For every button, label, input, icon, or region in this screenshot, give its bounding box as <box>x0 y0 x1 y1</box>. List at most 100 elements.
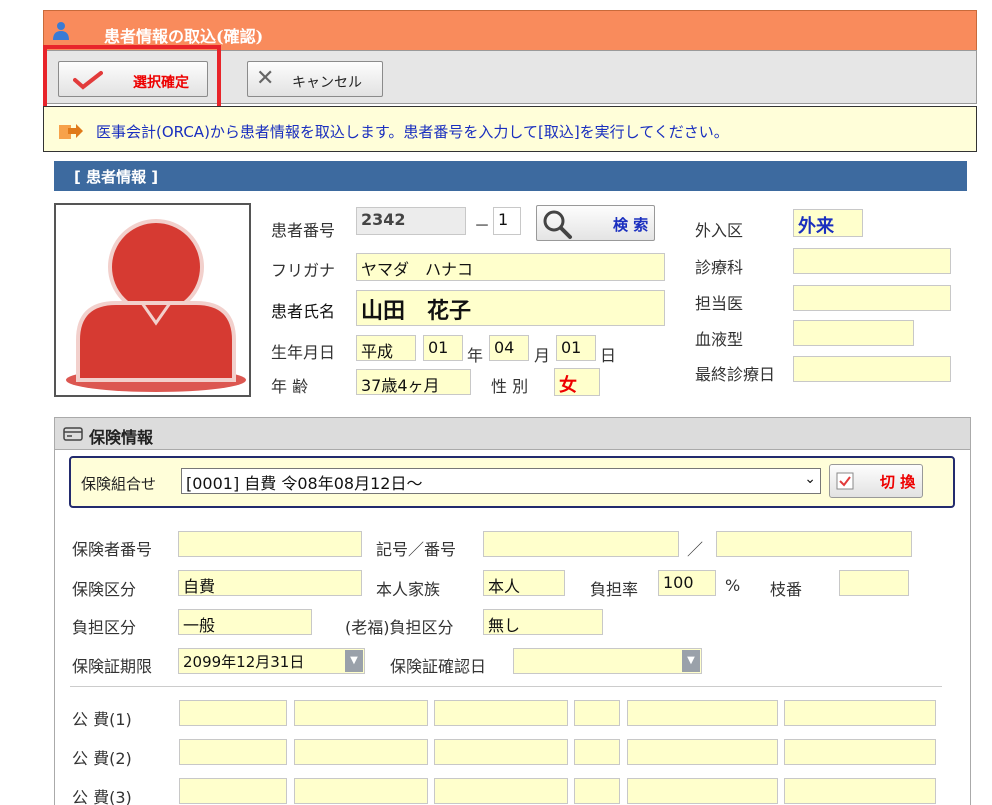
elder-burden-field[interactable]: 無し <box>483 609 603 635</box>
birth-month-field[interactable]: 04 <box>489 335 529 361</box>
number-separator: － <box>474 216 491 235</box>
birth-era-field[interactable]: 平成 <box>356 335 416 361</box>
chevron-down-icon: ▼ <box>682 650 700 672</box>
person-icon <box>53 22 69 40</box>
department-label: 診療科 <box>695 258 744 277</box>
public-1-field-c[interactable] <box>434 700 568 726</box>
switch-label: 切 換 <box>880 473 916 491</box>
public-2-field-f[interactable] <box>784 739 936 765</box>
confirm-selection-button[interactable]: 選択確定 <box>58 61 208 97</box>
blood-type-field[interactable] <box>793 320 914 346</box>
confirm-selection-label: 選択確定 <box>133 75 189 91</box>
card-expiry-select[interactable]: 2099年12月31日 ▼ <box>178 648 365 674</box>
public-1-field-a[interactable] <box>179 700 287 726</box>
furigana-label: フリガナ <box>271 261 336 280</box>
magnifier-icon <box>543 210 572 239</box>
inout-field[interactable]: 外来 <box>793 209 863 237</box>
family-label: 本人家族 <box>376 580 441 599</box>
public-1-field-f[interactable] <box>784 700 936 726</box>
public-1-field-e[interactable] <box>627 700 778 726</box>
window-title: 患者情報の取込(確認) <box>104 27 264 46</box>
insurance-combination-label: 保険組合せ <box>81 475 157 493</box>
age-field: 37歳4ヶ月 <box>356 369 471 395</box>
public-expense-3-label: 公 費(3) <box>72 788 132 805</box>
cancel-label: キャンセル <box>292 75 362 91</box>
card-expiry-label: 保険証期限 <box>72 657 153 676</box>
doctor-field[interactable] <box>793 285 951 311</box>
public-3-field-a[interactable] <box>179 778 287 804</box>
day-unit: 日 <box>600 346 617 365</box>
symbol-slash: ／ <box>687 540 704 559</box>
insurance-header: 保険情報 <box>55 418 970 450</box>
inout-label: 外入区 <box>695 221 744 240</box>
sex-field[interactable]: 女 <box>554 368 600 396</box>
last-visit-label: 最終診療日 <box>695 365 776 384</box>
public-2-field-d[interactable] <box>574 739 620 765</box>
insurance-kind-label: 保険区分 <box>72 580 137 599</box>
import-arrow-icon <box>59 124 83 139</box>
public-expense-2-label: 公 費(2) <box>72 749 132 768</box>
toolbar: 選択確定 ✕ キャンセル <box>43 50 977 104</box>
public-1-field-d[interactable] <box>574 700 620 726</box>
elder-burden-label: (老福)負担区分 <box>345 618 454 637</box>
patient-branch-field[interactable]: 1 <box>493 207 521 235</box>
public-2-field-c[interactable] <box>434 739 568 765</box>
department-field[interactable] <box>793 248 951 274</box>
card-expiry-value: 2099年12月31日 <box>183 653 305 671</box>
checkbox-check-icon <box>836 472 854 490</box>
patient-section-title: [ 患者情報 ] <box>74 168 159 186</box>
info-bar: 医事会計(ORCA)から患者情報を取込します。患者番号を入力して[取込]を実行し… <box>43 106 977 152</box>
burden-class-field[interactable]: 一般 <box>178 609 312 635</box>
search-button[interactable]: 検 索 <box>536 205 655 241</box>
public-2-field-b[interactable] <box>294 739 428 765</box>
patient-name-label: 患者氏名 <box>271 302 336 321</box>
blood-type-label: 血液型 <box>695 330 744 349</box>
symbol-field[interactable] <box>483 531 679 557</box>
card-confirm-date-label: 保険証確認日 <box>390 657 487 676</box>
public-3-field-b[interactable] <box>294 778 428 804</box>
patient-section-header: [ 患者情報 ] <box>54 161 967 191</box>
burden-rate-label: 負担率 <box>590 580 639 599</box>
divider <box>70 686 942 687</box>
close-icon: ✕ <box>256 66 275 91</box>
patient-name-field[interactable]: 山田 花子 <box>356 290 665 326</box>
public-3-field-c[interactable] <box>434 778 568 804</box>
branch-field[interactable] <box>839 570 909 596</box>
public-3-field-f[interactable] <box>784 778 936 804</box>
public-1-field-b[interactable] <box>294 700 428 726</box>
card-icon <box>63 427 83 441</box>
search-label: 検 索 <box>613 216 649 234</box>
chevron-down-icon: ▼ <box>345 650 363 672</box>
last-visit-field[interactable] <box>793 356 951 382</box>
insurance-combination-value: [0001] 自費 令08年08月12日～ <box>186 474 423 493</box>
public-3-field-e[interactable] <box>627 778 778 804</box>
insurance-title: 保険情報 <box>89 428 154 447</box>
chevron-down-icon: ⌄ <box>804 471 816 487</box>
burden-class-label: 負担区分 <box>72 618 137 637</box>
birth-day-field[interactable]: 01 <box>556 335 596 361</box>
cancel-button[interactable]: ✕ キャンセル <box>247 61 383 97</box>
insurance-combination-box: 保険組合せ [0001] 自費 令08年08月12日～ ⌄ 切 換 <box>69 456 955 508</box>
public-2-field-a[interactable] <box>179 739 287 765</box>
insured-number-field[interactable] <box>716 531 912 557</box>
burden-rate-field[interactable]: 100 <box>658 570 716 596</box>
public-expense-1-label: 公 費(1) <box>72 710 132 729</box>
year-unit: 年 <box>467 346 484 365</box>
patient-number-field[interactable]: 2342 <box>356 207 466 235</box>
insurer-number-field[interactable] <box>178 531 362 557</box>
month-unit: 月 <box>534 346 551 365</box>
insurance-kind-field[interactable]: 自費 <box>178 570 362 596</box>
symbol-number-label: 記号／番号 <box>376 540 457 559</box>
insurer-number-label: 保険者番号 <box>72 540 153 559</box>
public-3-field-d[interactable] <box>574 778 620 804</box>
info-message: 医事会計(ORCA)から患者情報を取込します。患者番号を入力して[取込]を実行し… <box>96 123 729 141</box>
switch-button[interactable]: 切 換 <box>829 464 923 498</box>
insurance-combination-select[interactable]: [0001] 自費 令08年08月12日～ ⌄ <box>181 468 821 494</box>
birth-year-field[interactable]: 01 <box>423 335 463 361</box>
card-confirm-date-select[interactable]: ▼ <box>513 648 702 674</box>
family-field[interactable]: 本人 <box>483 570 565 596</box>
furigana-field[interactable]: ヤマダ ハナコ <box>356 253 665 281</box>
sex-label: 性 別 <box>491 377 529 396</box>
public-2-field-e[interactable] <box>627 739 778 765</box>
age-label: 年 齢 <box>271 377 309 396</box>
